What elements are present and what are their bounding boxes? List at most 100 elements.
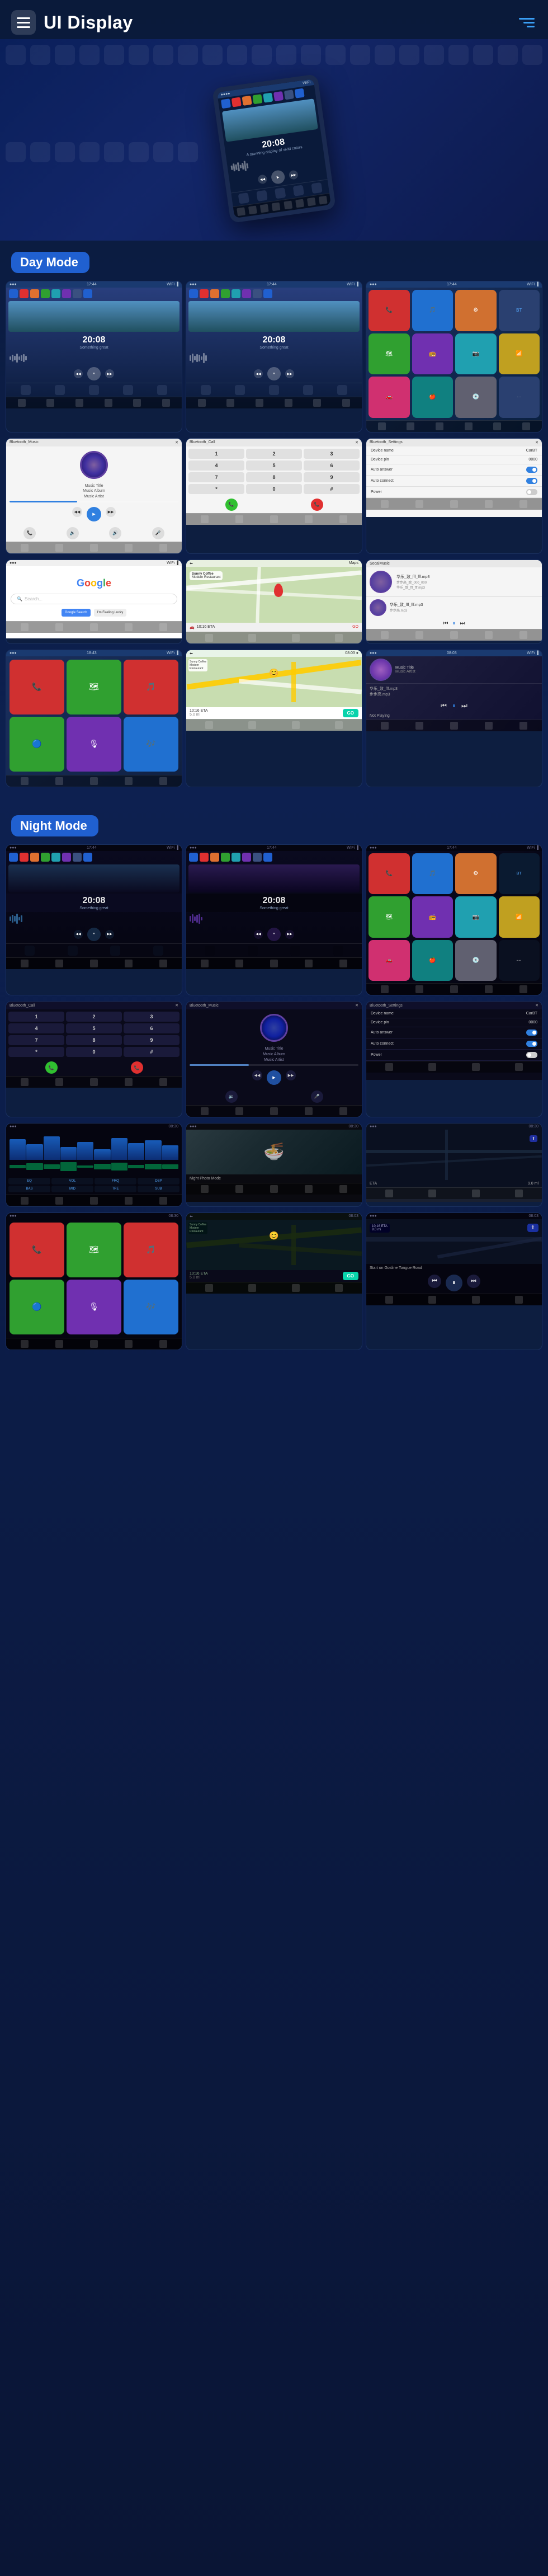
night-cp-maps[interactable]: 🗺 xyxy=(67,1223,121,1277)
night-app-phone[interactable]: 📞 xyxy=(369,853,410,895)
day-bts-toggle-3[interactable] xyxy=(526,467,537,473)
app-icon-car[interactable]: 🚗 xyxy=(369,377,410,418)
num-5[interactable]: 5 xyxy=(246,460,302,471)
day-np-prev[interactable]: ⏮ xyxy=(441,702,447,710)
night-num-5[interactable]: 5 xyxy=(66,1023,122,1033)
num-6[interactable]: 6 xyxy=(304,460,360,471)
night-m1-prev[interactable]: ◀◀ xyxy=(74,930,83,939)
app-icon-more[interactable]: ··· xyxy=(499,377,540,418)
night-num-4[interactable]: 4 xyxy=(8,1023,64,1033)
day-btm-play[interactable]: ▶ xyxy=(87,507,101,521)
num-hash[interactable]: # xyxy=(304,484,360,494)
night-btm-mic[interactable]: 🎤 xyxy=(311,1090,323,1103)
night-btm-next[interactable]: ▶▶ xyxy=(286,1070,296,1080)
cp-app-waze[interactable]: 🔵 xyxy=(10,717,64,772)
night-cp-waze[interactable]: 🔵 xyxy=(10,1280,64,1334)
night-eq-btn2[interactable]: VOL xyxy=(51,1178,93,1184)
night-cp-spotify[interactable]: 🎶 xyxy=(124,1280,178,1334)
night-eq-btn8[interactable]: SUB xyxy=(138,1186,179,1192)
day-google-btn1[interactable]: Google Search xyxy=(62,609,91,617)
cp-app-phone[interactable]: 📞 xyxy=(10,660,64,714)
night-num-3[interactable]: 3 xyxy=(124,1012,179,1022)
app-icon-carplay[interactable]: 🍎 xyxy=(412,377,453,418)
night-app-car[interactable]: 🚗 xyxy=(369,940,410,981)
night-nav2-btn2[interactable]: ⏸ xyxy=(446,1275,462,1291)
night-app-dvd[interactable]: 💿 xyxy=(455,940,497,981)
num-9[interactable]: 9 xyxy=(304,472,360,482)
app-icon-music[interactable]: 🎵 xyxy=(412,290,453,331)
app-icon-radio[interactable]: 📻 xyxy=(412,333,453,375)
cp-app-music[interactable]: 🎵 xyxy=(124,660,178,714)
night-m2-prev[interactable]: ◀◀ xyxy=(254,930,263,939)
day-np-next[interactable]: ⏭ xyxy=(461,702,467,710)
night-btm-vol[interactable]: 🔉 xyxy=(225,1090,238,1103)
hero-prev-btn[interactable]: ◀◀ xyxy=(257,174,267,184)
cp-app-podcast[interactable]: 🎙 xyxy=(67,717,121,772)
day-lm-next[interactable]: ⏭ xyxy=(460,621,465,627)
day-lm-prev[interactable]: ⏮ xyxy=(443,621,448,627)
day-mp1-play[interactable]: ⏸ xyxy=(87,367,101,380)
night-btc-call[interactable]: 📞 xyxy=(45,1061,58,1074)
night-set-toggle-3[interactable] xyxy=(526,1030,537,1036)
menu-icon[interactable] xyxy=(11,10,36,35)
day-btm-phone[interactable]: 📞 xyxy=(23,527,36,539)
night-num-9[interactable]: 9 xyxy=(124,1035,179,1045)
day-mp2-play[interactable]: ⏸ xyxy=(267,367,281,380)
night-btm-prev[interactable]: ◀◀ xyxy=(252,1070,262,1080)
night-app-bt[interactable]: BT xyxy=(499,853,540,895)
night-eq-btn1[interactable]: EQ xyxy=(8,1178,50,1184)
night-m2-play[interactable]: ⏸ xyxy=(267,928,281,941)
night-app-radio[interactable]: 📻 xyxy=(412,896,453,938)
night-set-toggle-5[interactable] xyxy=(526,1052,537,1058)
day-mp1-prev[interactable]: ◀◀ xyxy=(74,369,83,378)
night-num-2[interactable]: 2 xyxy=(66,1012,122,1022)
night-num-6[interactable]: 6 xyxy=(124,1023,179,1033)
app-icon-camera[interactable]: 📷 xyxy=(455,333,497,375)
night-num-star[interactable]: * xyxy=(8,1047,64,1057)
night-num-0[interactable]: 0 xyxy=(66,1047,122,1057)
night-nav2-btn1[interactable]: ⏮ xyxy=(428,1275,441,1288)
cp-app-spotify[interactable]: 🎶 xyxy=(124,717,178,772)
day-lm-play[interactable]: ⏸ xyxy=(453,621,456,627)
app-icon-phone[interactable]: 📞 xyxy=(369,290,410,331)
night-cp-phone[interactable]: 📞 xyxy=(10,1223,64,1277)
day-google-search[interactable]: 🔍Search... xyxy=(11,594,177,604)
app-icon-wifi[interactable]: 📶 xyxy=(499,333,540,375)
num-3[interactable]: 3 xyxy=(304,449,360,459)
night-eq-btn4[interactable]: DSP xyxy=(138,1178,179,1184)
night-app-music[interactable]: 🎵 xyxy=(412,853,453,895)
day-waze-go[interactable]: GO xyxy=(343,709,358,717)
night-app-more[interactable]: ··· xyxy=(499,940,540,981)
night-m2-next[interactable]: ▶▶ xyxy=(285,930,294,939)
num-2[interactable]: 2 xyxy=(246,449,302,459)
night-cp-music[interactable]: 🎵 xyxy=(124,1223,178,1277)
day-mp2-next[interactable]: ▶▶ xyxy=(285,369,294,378)
night-app-camera[interactable]: 📷 xyxy=(455,896,497,938)
night-set-toggle-4[interactable] xyxy=(526,1041,537,1047)
night-num-hash[interactable]: # xyxy=(124,1047,179,1057)
night-btc-end[interactable]: 📞 xyxy=(131,1061,143,1074)
night-app-settings[interactable]: ⚙ xyxy=(455,853,497,895)
day-btm-prev[interactable]: ◀◀ xyxy=(72,507,82,517)
cp-app-maps[interactable]: 🗺 xyxy=(67,660,121,714)
night-eq-btn3[interactable]: FRQ xyxy=(95,1178,136,1184)
night-app-wifi[interactable]: 📶 xyxy=(499,896,540,938)
day-btm-vol-up[interactable]: 🔊 xyxy=(109,527,121,539)
night-num-8[interactable]: 8 xyxy=(66,1035,122,1045)
app-icon-settings[interactable]: ⚙ xyxy=(455,290,497,331)
num-1[interactable]: 1 xyxy=(188,449,244,459)
night-app-nav[interactable]: 🗺 xyxy=(369,896,410,938)
day-mp2-prev[interactable]: ◀◀ xyxy=(254,369,263,378)
night-app-carplay[interactable]: 🍎 xyxy=(412,940,453,981)
day-bts-toggle-5[interactable] xyxy=(526,489,537,495)
num-7[interactable]: 7 xyxy=(188,472,244,482)
nav-icon[interactable] xyxy=(519,18,535,27)
day-btm-mic[interactable]: 🎤 xyxy=(152,527,164,539)
night-nav2-btn3[interactable]: ⏭ xyxy=(467,1275,480,1288)
num-star[interactable]: * xyxy=(188,484,244,494)
night-num-1[interactable]: 1 xyxy=(8,1012,64,1022)
day-google-btn2[interactable]: I'm Feeling Lucky xyxy=(94,609,127,617)
day-bts-toggle-4[interactable] xyxy=(526,478,537,484)
night-m1-play[interactable]: ⏸ xyxy=(87,928,101,941)
day-mp1-next[interactable]: ▶▶ xyxy=(105,369,114,378)
